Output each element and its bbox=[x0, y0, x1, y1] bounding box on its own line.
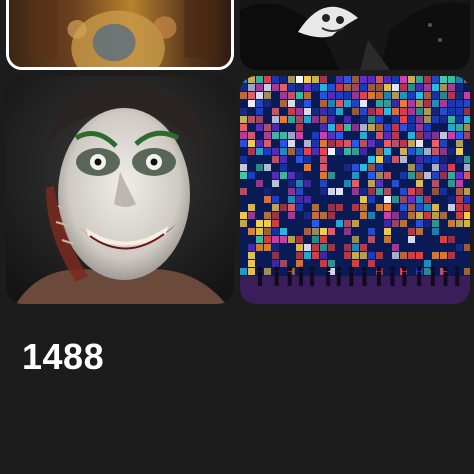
masked-figure-image[interactable] bbox=[240, 0, 470, 70]
masked-figure-art bbox=[240, 0, 470, 70]
clown-face-art bbox=[6, 76, 234, 304]
ornate-portrait-image[interactable] bbox=[6, 0, 234, 70]
item-count: 1488 bbox=[22, 336, 105, 377]
pixel-city-image[interactable] bbox=[240, 76, 470, 304]
ornate-portrait-art bbox=[9, 0, 231, 67]
pixel-city-art bbox=[240, 76, 470, 304]
clown-face-image[interactable] bbox=[6, 76, 234, 304]
